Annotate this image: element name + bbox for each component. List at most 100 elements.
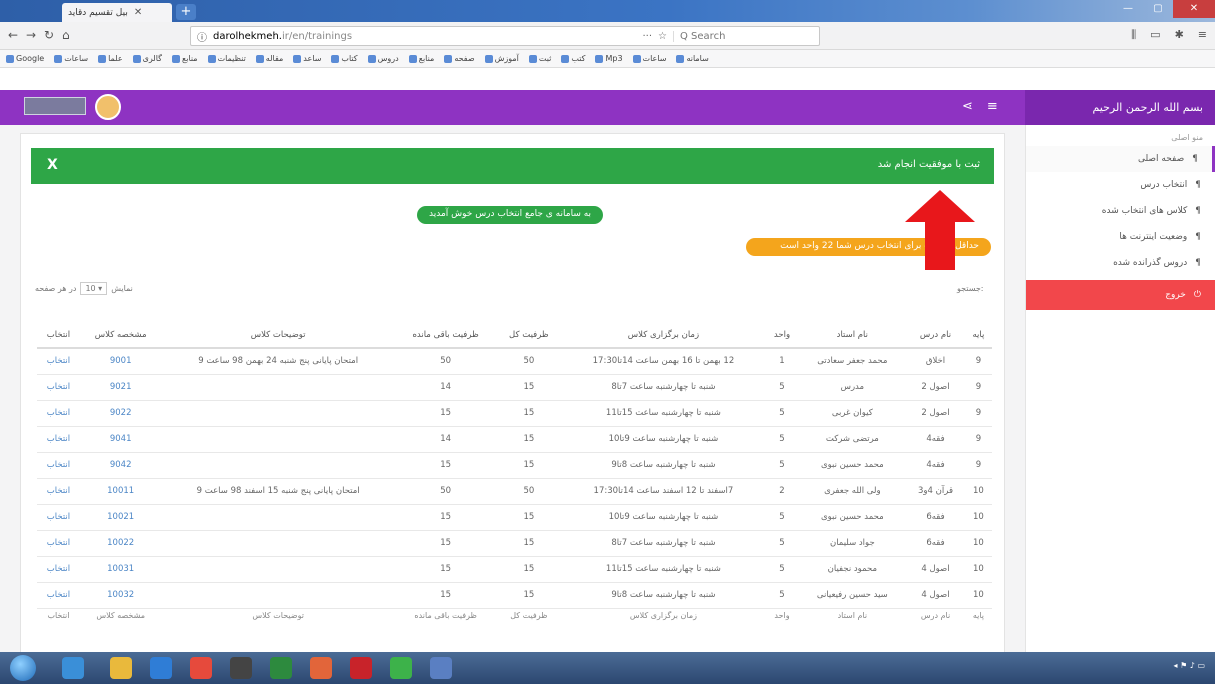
column-header[interactable]: زمان برگزاری کلاس: [561, 322, 766, 349]
sidebar-item[interactable]: ¶ انتخاب درس: [1026, 172, 1215, 198]
start-button[interactable]: [10, 655, 36, 681]
sidebar-item[interactable]: ¶ صفحه اصلی: [1026, 146, 1215, 172]
sidebar-item[interactable]: ¶ دروس گذرانده شده: [1026, 250, 1215, 276]
table-row: 10 اصول 4 محمود نجفیان 5 شنبه تا چهارشنبه سا…: [37, 556, 992, 583]
length-select[interactable]: 10 ▾: [80, 282, 108, 295]
browser-tab-bar: ✕ بیل تقسیم دقاید + — ▢ ✕: [0, 0, 1215, 22]
bookmark-item[interactable]: سامانه: [676, 53, 709, 64]
select-course-link[interactable]: انتخاب: [37, 478, 80, 505]
minimize-icon[interactable]: —: [1113, 0, 1143, 18]
new-tab-button[interactable]: +: [176, 4, 196, 20]
bookmark-item[interactable]: تنظیمات: [207, 53, 246, 64]
column-header[interactable]: انتخاب: [37, 322, 80, 349]
bookmark-item[interactable]: کتاب: [331, 53, 358, 64]
sidebar-item-label: صفحه اصلی: [1137, 154, 1185, 164]
select-course-link[interactable]: انتخاب: [37, 400, 80, 427]
folder-icon[interactable]: [110, 657, 132, 679]
maximize-icon[interactable]: ▢: [1143, 0, 1173, 18]
select-course-link[interactable]: انتخاب: [37, 426, 80, 453]
app-icon[interactable]: [390, 657, 412, 679]
home-icon[interactable]: ⌂: [62, 28, 70, 42]
reload-icon[interactable]: ↻: [44, 28, 54, 42]
bookmark-item[interactable]: گالری: [132, 53, 162, 64]
info-icon[interactable]: ⓘ: [197, 29, 207, 44]
column-header[interactable]: پایه: [964, 322, 992, 349]
bookmark-label: صفحه: [454, 54, 475, 63]
class-id-link[interactable]: 10021: [79, 504, 162, 531]
select-course-link[interactable]: انتخاب: [37, 530, 80, 557]
class-id-link[interactable]: 9022: [79, 400, 162, 427]
sidebar: منو اصلی ¶ صفحه اصلی ¶ انتخاب درس ¶ کلاس های …: [1025, 125, 1215, 684]
select-course-link[interactable]: انتخاب: [37, 504, 80, 531]
hamburger-icon[interactable]: ≡: [987, 99, 998, 114]
class-id-link[interactable]: 10011: [79, 478, 162, 505]
bookmark-label: منابع: [418, 54, 435, 63]
class-id-link[interactable]: 10022: [79, 530, 162, 557]
bookmark-item[interactable]: دروس: [367, 53, 399, 64]
select-course-link[interactable]: انتخاب: [37, 556, 80, 583]
graduation-icon[interactable]: [230, 657, 252, 679]
sidebar-item[interactable]: ¶ وضعیت اینترنت ها: [1026, 224, 1215, 250]
bookmark-item[interactable]: Mp3: [595, 53, 623, 64]
share-icon[interactable]: ⋖: [962, 99, 973, 114]
more-icon[interactable]: ···: [642, 31, 652, 42]
browser-search-input[interactable]: Q Search: [673, 30, 813, 42]
chrome-icon[interactable]: [190, 657, 212, 679]
bookmark-item[interactable]: صفحه: [444, 53, 475, 64]
bookmark-star-icon[interactable]: ☆: [658, 31, 667, 42]
sidebar-icon[interactable]: ▭: [1150, 28, 1160, 42]
table-cell: 5: [765, 426, 799, 453]
class-id-link[interactable]: 10031: [79, 556, 162, 583]
back-icon[interactable]: ←: [8, 28, 18, 42]
select-course-link[interactable]: انتخاب: [37, 348, 80, 375]
class-id-link[interactable]: 9041: [79, 426, 162, 453]
bookmark-item[interactable]: کتب: [561, 53, 585, 64]
column-header[interactable]: ظرفیت کل: [496, 322, 562, 349]
select-course-link[interactable]: انتخاب: [37, 582, 80, 609]
column-header[interactable]: توضیحات کلاس: [161, 322, 395, 349]
select-course-link[interactable]: انتخاب: [37, 374, 80, 401]
acrobat-icon[interactable]: [350, 657, 372, 679]
column-header[interactable]: نام استاد: [798, 322, 907, 349]
library-icon[interactable]: ⫼: [1131, 28, 1136, 42]
table-cell: اخلاق: [906, 348, 965, 375]
media-icon[interactable]: [150, 657, 172, 679]
ie-icon[interactable]: [62, 657, 84, 679]
calculator-icon[interactable]: [430, 657, 452, 679]
bookmark-item[interactable]: ساعات: [54, 53, 88, 64]
bookmark-item[interactable]: Google: [6, 53, 44, 64]
tray-icons[interactable]: ◂ ⚑ ♪ ▭: [1174, 661, 1205, 670]
column-header[interactable]: واحد: [765, 322, 799, 349]
bookmark-item[interactable]: علما: [98, 53, 123, 64]
menu-icon[interactable]: ≡: [1198, 28, 1207, 42]
column-header[interactable]: مشخصه کلاس: [79, 322, 162, 349]
bookmark-item[interactable]: ثبت: [528, 53, 551, 64]
bookmark-icon: [6, 54, 14, 63]
close-tab-icon[interactable]: ✕: [134, 7, 142, 18]
excel-icon[interactable]: [270, 657, 292, 679]
bookmark-item[interactable]: آموزش: [484, 53, 519, 64]
extension-icon[interactable]: ✱: [1175, 28, 1184, 42]
url-bar[interactable]: ⓘ darolhekmeh. ir/en/trainings ··· ☆ Q Se…: [190, 26, 820, 46]
bookmark-item[interactable]: ساعات: [632, 53, 666, 64]
user-name-box[interactable]: [24, 97, 86, 115]
select-course-link[interactable]: انتخاب: [37, 452, 80, 479]
logout-button[interactable]: ⏻ خروج: [1026, 280, 1215, 310]
avatar[interactable]: [95, 94, 121, 120]
bookmark-item[interactable]: مقاله: [255, 53, 283, 64]
class-id-link[interactable]: 9042: [79, 452, 162, 479]
bookmark-item[interactable]: منابع: [171, 53, 198, 64]
column-header[interactable]: نام درس: [906, 322, 965, 349]
column-header[interactable]: ظرفیت باقی مانده: [394, 322, 497, 349]
window-close-icon[interactable]: ✕: [1173, 0, 1215, 18]
class-id-link[interactable]: 9021: [79, 374, 162, 401]
bookmark-item[interactable]: ساعد: [293, 53, 321, 64]
sidebar-item[interactable]: ¶ کلاس های انتخاب شده: [1026, 198, 1215, 224]
class-id-link[interactable]: 10032: [79, 582, 162, 609]
browser-tab[interactable]: ✕ بیل تقسیم دقاید: [62, 3, 172, 22]
class-id-link[interactable]: 9001: [79, 348, 162, 375]
forward-icon[interactable]: →: [26, 28, 36, 42]
firefox-icon[interactable]: [310, 657, 332, 679]
alert-close-button[interactable]: X: [47, 157, 58, 173]
bookmark-item[interactable]: منابع: [408, 53, 435, 64]
